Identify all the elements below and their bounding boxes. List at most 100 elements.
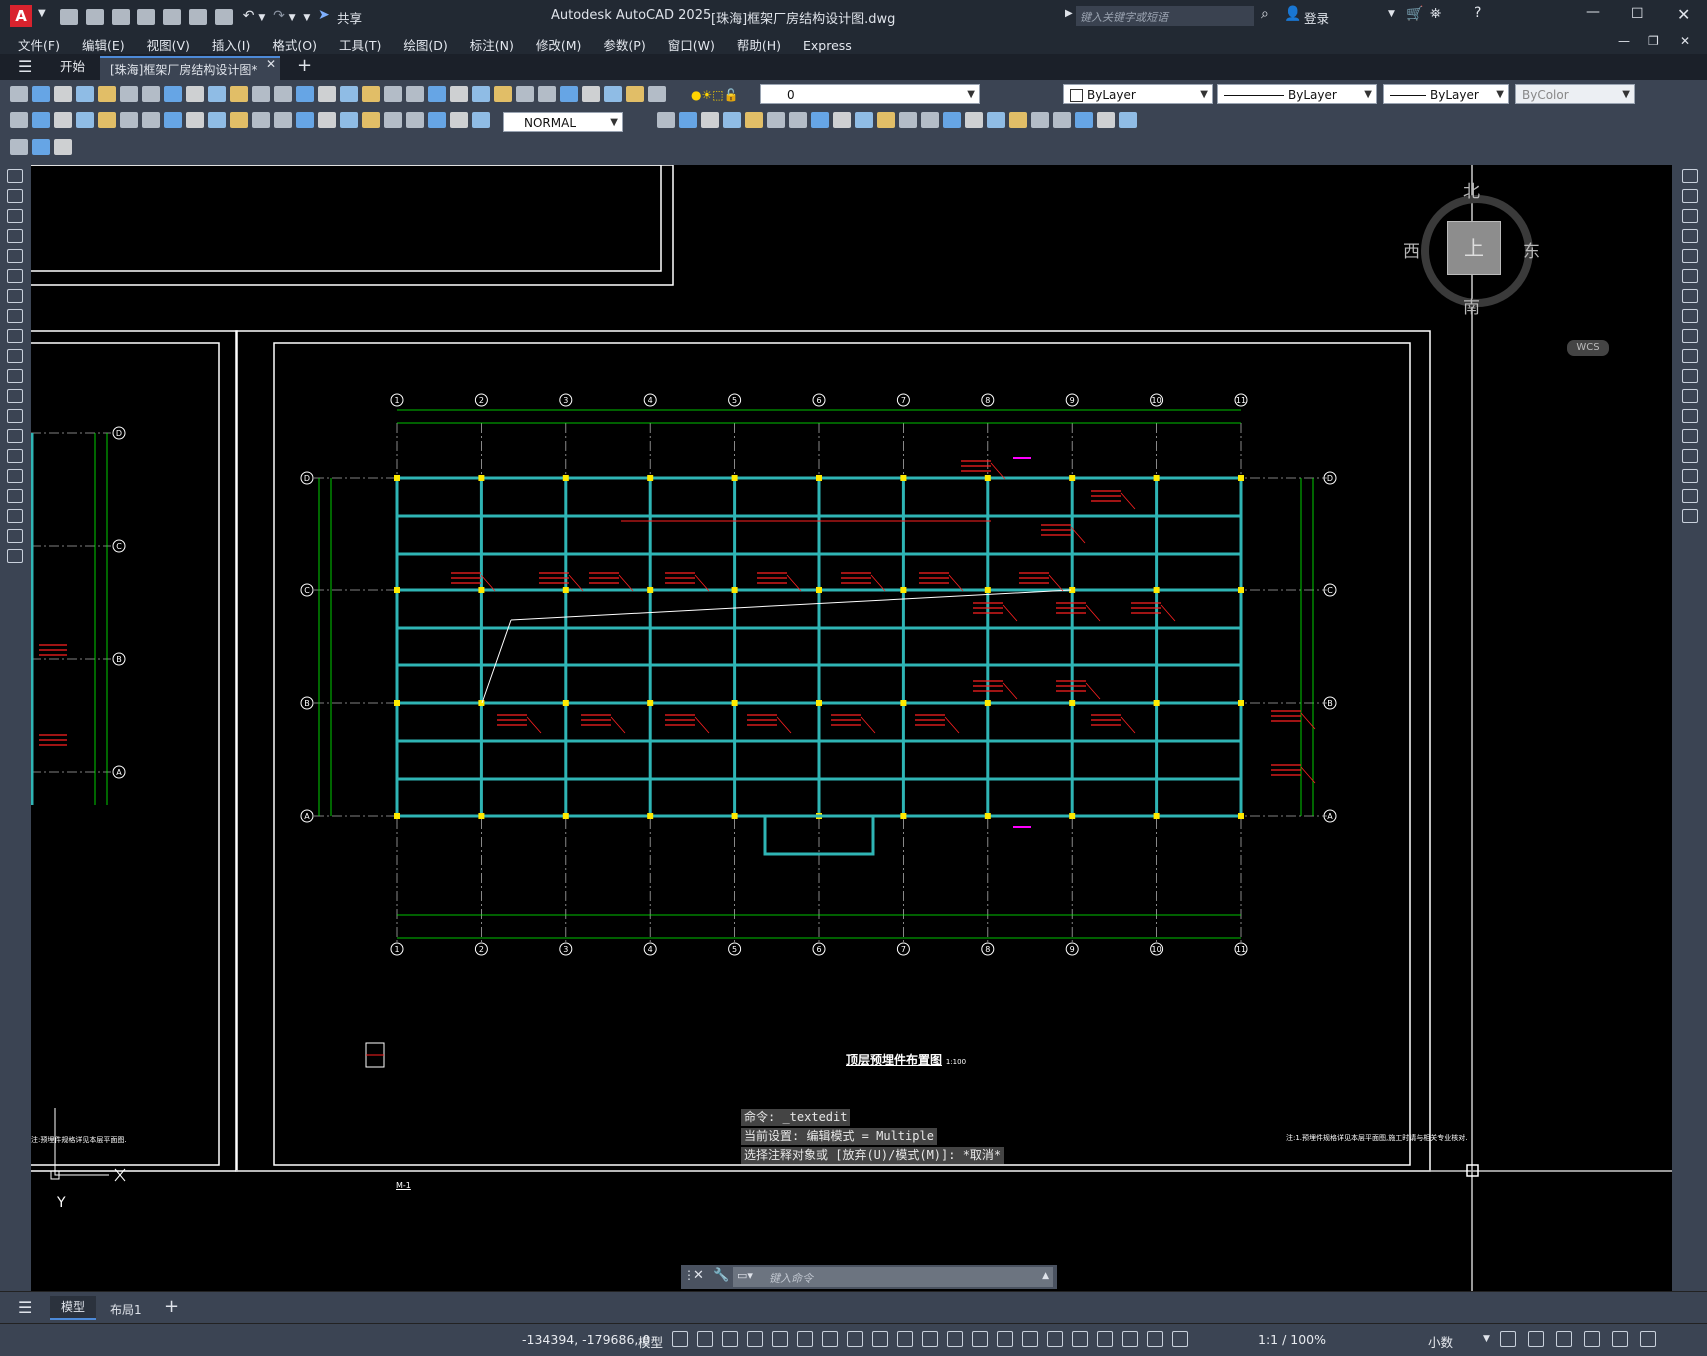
preview-icon[interactable] xyxy=(98,86,116,102)
transparency-icon[interactable] xyxy=(972,1331,988,1347)
command-customize-icon[interactable]: 🔧 xyxy=(713,1268,729,1283)
stretch-icon[interactable] xyxy=(1682,329,1698,343)
cart-icon[interactable]: 🛒 xyxy=(1406,6,1423,22)
hamburger-menu-icon[interactable]: ☰ xyxy=(18,57,32,76)
menu-item[interactable]: 格式(O) xyxy=(272,35,317,54)
rectangle-icon[interactable] xyxy=(7,249,23,263)
break-icon[interactable] xyxy=(1682,409,1698,423)
array-icon[interactable] xyxy=(1682,249,1698,263)
jogged-linear-icon[interactable] xyxy=(362,112,380,128)
menu-item[interactable]: 参数(P) xyxy=(603,35,645,54)
snap-icon[interactable] xyxy=(697,1331,713,1347)
inspect-icon[interactable] xyxy=(340,112,358,128)
cut-icon[interactable] xyxy=(164,86,182,102)
arc-length-icon[interactable] xyxy=(54,112,72,128)
customize-chevron-icon[interactable]: ▼ xyxy=(303,13,310,23)
polygon-icon[interactable] xyxy=(7,229,23,243)
menu-item[interactable]: 编辑(E) xyxy=(82,35,125,54)
diameter-dim-icon[interactable] xyxy=(142,112,160,128)
tab-layout1[interactable]: 布局1 xyxy=(110,1301,142,1318)
plot-icon[interactable] xyxy=(214,8,233,25)
gradient-icon[interactable] xyxy=(7,469,23,483)
osnap-track-icon[interactable] xyxy=(872,1331,888,1347)
dynamic-ucs-icon[interactable] xyxy=(1047,1331,1063,1347)
redo-chevron-icon[interactable]: ▼ xyxy=(289,13,296,23)
command-recent-icon[interactable]: ▲ xyxy=(1042,1271,1049,1281)
hatch-icon[interactable] xyxy=(7,449,23,463)
text-front-icon[interactable] xyxy=(1075,112,1093,128)
close-icon[interactable]: ✕ xyxy=(1677,5,1690,24)
layer-state-icon[interactable] xyxy=(626,86,644,102)
continue-dim-icon[interactable] xyxy=(230,112,248,128)
snap-chevron-icon[interactable] xyxy=(722,1331,738,1347)
markup-icon[interactable] xyxy=(538,86,556,102)
units-chevron-icon[interactable]: ▼ xyxy=(1483,1334,1490,1344)
trim-icon[interactable] xyxy=(855,112,873,128)
spline-icon[interactable] xyxy=(7,329,23,343)
redo-icon[interactable]: ↷ xyxy=(273,8,285,24)
undo-chevron-icon[interactable]: ▼ xyxy=(258,13,265,23)
undo-chevron-icon[interactable] xyxy=(296,86,314,102)
compass-north[interactable]: 北 xyxy=(1463,177,1480,202)
region-icon[interactable] xyxy=(7,489,23,503)
open-icon[interactable] xyxy=(32,86,50,102)
sheet-set-icon[interactable] xyxy=(516,86,534,102)
menu-item[interactable]: Express xyxy=(803,38,852,53)
circle-icon[interactable] xyxy=(7,289,23,303)
annotation-visibility-icon[interactable] xyxy=(1122,1331,1138,1347)
point-icon[interactable] xyxy=(7,429,23,443)
search-expand-icon[interactable]: ▶ xyxy=(1065,8,1073,19)
extend-icon[interactable] xyxy=(877,112,895,128)
osnap-chevron-icon[interactable] xyxy=(922,1331,938,1347)
redo-icon[interactable] xyxy=(318,86,336,102)
properties-icon[interactable] xyxy=(450,86,468,102)
dim-edit-icon[interactable] xyxy=(384,112,402,128)
calculator-icon[interactable] xyxy=(560,86,578,102)
pan-icon[interactable] xyxy=(362,86,380,102)
dim-override-icon[interactable] xyxy=(472,112,490,128)
redo-chevron-icon[interactable] xyxy=(340,86,358,102)
isodraft-icon[interactable] xyxy=(847,1331,863,1347)
layer-icon[interactable] xyxy=(648,86,666,102)
new-tab-icon[interactable]: + xyxy=(297,55,312,76)
print-icon[interactable] xyxy=(76,86,94,102)
add-layout-icon[interactable]: + xyxy=(164,1296,179,1317)
dim-style-icon[interactable] xyxy=(450,112,468,128)
selection-cycling-icon[interactable] xyxy=(997,1331,1013,1347)
command-input[interactable]: ▭▾ 键入命令 ▲ xyxy=(733,1267,1053,1287)
gizmo-icon[interactable] xyxy=(1097,1331,1113,1347)
scale-icon[interactable] xyxy=(1682,309,1698,323)
join-icon[interactable] xyxy=(1682,429,1698,443)
radius-dim-icon[interactable] xyxy=(98,112,116,128)
compass-south[interactable]: 南 xyxy=(1463,293,1480,318)
copy-obj-icon[interactable] xyxy=(679,112,697,128)
share-icon[interactable]: ➤ xyxy=(318,7,330,23)
attribute-edit-icon[interactable] xyxy=(10,139,28,155)
tab-model[interactable]: 模型 xyxy=(50,1296,96,1320)
erase-icon[interactable] xyxy=(657,112,675,128)
doc-minimize-icon[interactable]: — xyxy=(1618,34,1630,48)
mtext-icon[interactable] xyxy=(7,529,23,543)
dim-space-icon[interactable] xyxy=(252,112,270,128)
zoom-window-icon[interactable] xyxy=(406,86,424,102)
hatch-back-icon[interactable] xyxy=(1097,112,1115,128)
save-as-icon[interactable] xyxy=(137,8,156,25)
publish-icon[interactable] xyxy=(120,86,138,102)
add-selected-icon[interactable] xyxy=(7,549,23,563)
autoscale-icon[interactable] xyxy=(1147,1331,1163,1347)
menu-item[interactable]: 文件(F) xyxy=(18,35,60,54)
matchprop-icon[interactable] xyxy=(230,86,248,102)
open-icon[interactable] xyxy=(85,8,104,25)
save-web-icon[interactable] xyxy=(189,8,208,25)
dim-text-edit-icon[interactable] xyxy=(406,112,424,128)
explode-icon[interactable] xyxy=(987,112,1005,128)
autodesk-app-icon[interactable]: ⛯ xyxy=(1430,6,1441,22)
aligned-dim-icon[interactable] xyxy=(32,112,50,128)
open-web-icon[interactable] xyxy=(163,8,182,25)
save-icon[interactable] xyxy=(54,86,72,102)
center-mark-icon[interactable] xyxy=(318,112,336,128)
isolate-objects-icon[interactable] xyxy=(1556,1331,1572,1347)
extend-icon[interactable] xyxy=(1682,369,1698,383)
ordinate-dim-icon[interactable] xyxy=(76,112,94,128)
menu-item[interactable]: 帮助(H) xyxy=(737,35,781,54)
